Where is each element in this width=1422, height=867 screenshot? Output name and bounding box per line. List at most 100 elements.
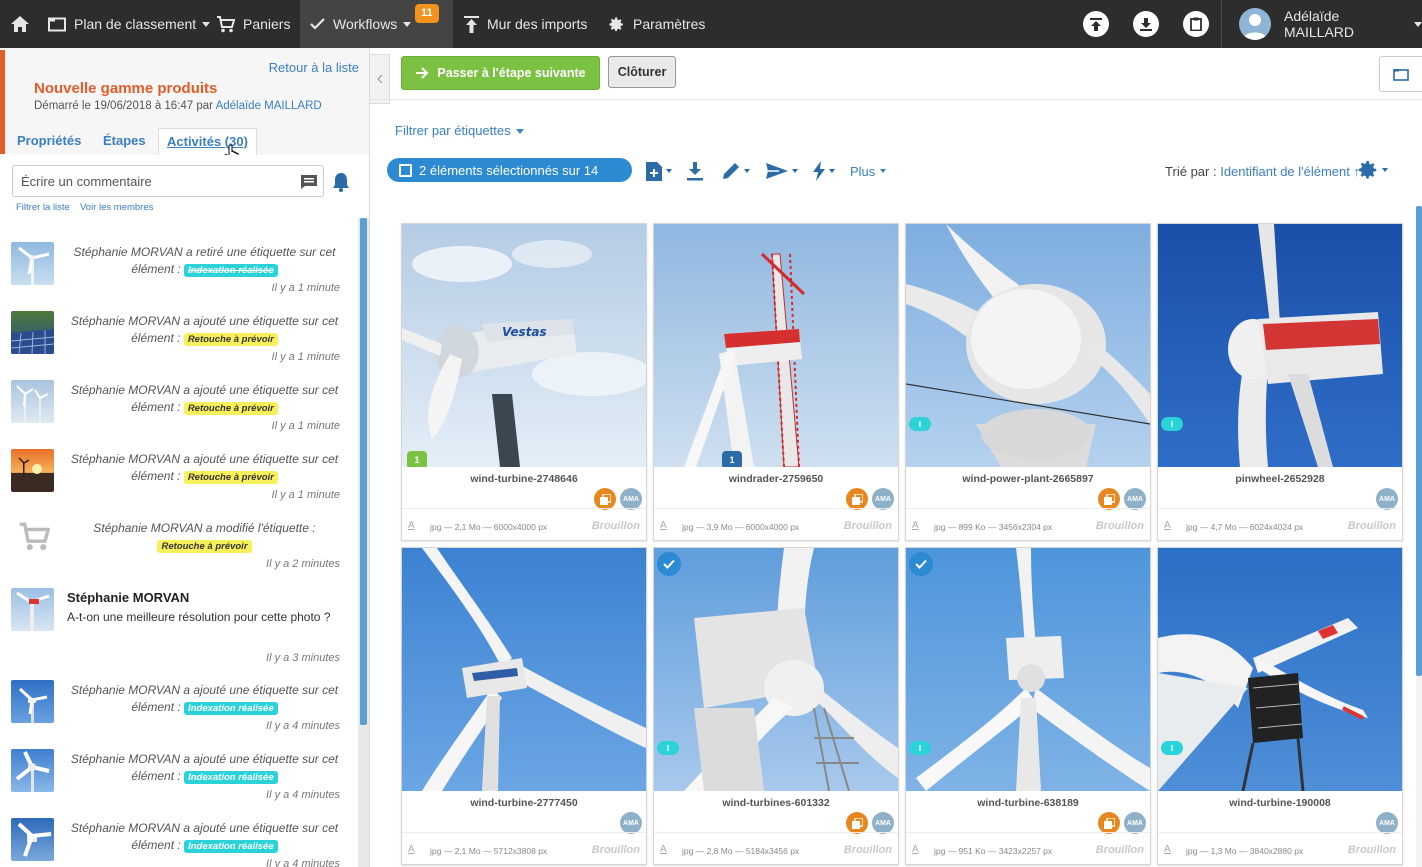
- tab-etapes[interactable]: Étapes: [95, 128, 154, 155]
- gear-icon: [1357, 159, 1379, 181]
- activity-time: Il y a 2 minutes: [266, 558, 340, 570]
- asset-name: pinwheel-2652928: [1235, 473, 1325, 485]
- asset-card[interactable]: I pinwheel-2652928 AMA A jpg — 4,7 Mo — …: [1157, 223, 1403, 541]
- collection-icon[interactable]: [846, 812, 868, 834]
- more-label: Plus: [850, 163, 876, 179]
- tab-proprietes[interactable]: Propriétés: [9, 128, 89, 155]
- asset-card[interactable]: Vestas 1 wind-turbine-2748646 AMA A jpg …: [401, 223, 647, 541]
- bell-icon[interactable]: [332, 172, 350, 192]
- tag-indexation: Indexation réalisée: [184, 771, 278, 784]
- asset-thumbnail[interactable]: I: [906, 224, 1150, 467]
- asset-status: Brouillon: [843, 844, 892, 856]
- filter-list-link[interactable]: Filtrer la liste: [16, 202, 70, 213]
- nav-plan-de-classement[interactable]: Plan de classement: [48, 0, 211, 48]
- user-menu[interactable]: Adélaïde MAILLARD: [1284, 0, 1422, 48]
- sidebar-tabs: Propriétés Étapes Activités (30): [0, 128, 369, 155]
- collection-icon[interactable]: [846, 488, 868, 510]
- activity-item: Stéphanie MORVAN a modifié l'étiquette :…: [0, 508, 358, 573]
- feed-scrollbar-thumb[interactable]: [360, 218, 367, 725]
- workflow-started-by-link[interactable]: Adélaïde MAILLARD: [216, 100, 322, 112]
- owner-badge: AMA: [1376, 812, 1398, 834]
- asset-card[interactable]: wind-turbine-2777450 AMA A jpg — 2,1 Mo …: [401, 547, 647, 865]
- activity-item: Stéphanie MORVAN a ajouté une étiquette …: [0, 739, 358, 804]
- asset-metadata: jpg — 2,8 Mo — 5184x3456 px: [682, 846, 800, 856]
- asset-thumbnail[interactable]: 1: [654, 224, 898, 467]
- selected-check-icon[interactable]: [909, 552, 933, 576]
- selection-count-pill[interactable]: 2 éléments sélectionnés sur 14: [387, 158, 632, 182]
- grid-scrollbar-thumb[interactable]: [1416, 206, 1422, 676]
- collection-icon[interactable]: [1098, 488, 1120, 510]
- home-icon[interactable]: [10, 0, 32, 48]
- activity-thumbnail[interactable]: [11, 311, 54, 354]
- automation-button[interactable]: [812, 159, 835, 183]
- tag-retouche: Retouche à prévoir: [183, 402, 278, 415]
- owner-badge: AMA: [1124, 812, 1146, 834]
- edit-button[interactable]: [721, 159, 750, 183]
- folder-toggle-button[interactable]: [1379, 56, 1422, 92]
- card-divider: [654, 508, 898, 509]
- clipboard-icon: [1190, 17, 1202, 31]
- asset-card[interactable]: I wind-turbines-601332 AMA A jpg — 2,8 M…: [653, 547, 899, 865]
- svg-text:Vestas: Vestas: [502, 325, 547, 339]
- selected-check-icon[interactable]: [657, 552, 681, 576]
- owner-badge: AMA: [620, 488, 642, 510]
- version-badge: 1: [722, 451, 742, 467]
- comment-icon[interactable]: [300, 174, 318, 190]
- display-settings-button[interactable]: [1357, 159, 1388, 181]
- next-step-label: Passer à l'étape suivante: [437, 66, 586, 80]
- cart-icon: [18, 522, 50, 552]
- asset-thumbnail[interactable]: I: [1158, 224, 1402, 467]
- close-workflow-button[interactable]: Clôturer: [608, 56, 676, 88]
- collapse-sidebar-toggle[interactable]: [370, 54, 390, 104]
- nav-workflows-label: Workflows: [333, 16, 398, 32]
- filter-by-tags-dropdown[interactable]: Filtrer par étiquettes: [395, 123, 524, 138]
- version-badge: 1: [407, 451, 427, 467]
- upload-circle-button[interactable]: [1083, 11, 1109, 37]
- pencil-icon: [721, 161, 741, 181]
- activity-thumbnail[interactable]: [11, 588, 54, 631]
- clipboard-circle-button[interactable]: [1183, 11, 1209, 37]
- asset-card[interactable]: 1 windrader-2759650 AMA A jpg — 3,9 Mo —…: [653, 223, 899, 541]
- tab-activites[interactable]: Activités (30): [158, 128, 257, 155]
- nav-paniers[interactable]: Paniers: [216, 0, 290, 48]
- download-button[interactable]: [686, 159, 704, 183]
- owner-badge: AMA: [872, 488, 894, 510]
- nav-parametres[interactable]: Paramètres: [608, 0, 705, 48]
- add-document-button[interactable]: [645, 159, 672, 183]
- activity-thumbnail[interactable]: [11, 818, 54, 861]
- view-members-link[interactable]: Voir les membres: [80, 202, 153, 213]
- activity-thumbnail[interactable]: [11, 380, 54, 423]
- send-button[interactable]: [765, 159, 798, 183]
- avatar[interactable]: [1239, 8, 1271, 40]
- activity-thumbnail[interactable]: [11, 242, 54, 285]
- asset-name: wind-turbine-2748646: [470, 473, 578, 485]
- asset-thumbnail[interactable]: [402, 548, 646, 791]
- asset-status: Brouillon: [591, 844, 640, 856]
- asset-card[interactable]: I wind-turbine-190008 AMA A jpg — 1,3 Mo…: [1157, 547, 1403, 865]
- asset-name: wind-power-plant-2665897: [962, 473, 1094, 485]
- nav-mur-des-imports[interactable]: Mur des imports: [464, 0, 587, 48]
- activity-thumbnail[interactable]: [11, 749, 54, 792]
- sort-value-link[interactable]: Identifiant de l'élément ↑: [1220, 164, 1360, 179]
- text-format-icon: A: [912, 520, 919, 531]
- asset-name: wind-turbines-601332: [722, 797, 830, 809]
- asset-metadata: jpg — 899 Ko — 3456x2304 px: [934, 522, 1053, 532]
- asset-status: Brouillon: [843, 520, 892, 532]
- collection-icon[interactable]: [594, 488, 616, 510]
- back-to-list-link[interactable]: Retour à la liste: [269, 60, 359, 75]
- asset-thumbnail[interactable]: I: [1158, 548, 1402, 791]
- activity-thumbnail[interactable]: [11, 680, 54, 723]
- arrow-right-icon: [415, 67, 429, 79]
- asset-thumbnail[interactable]: I: [906, 548, 1150, 791]
- asset-card[interactable]: I wind-power-plant-2665897 AMA A jpg — 8…: [905, 223, 1151, 541]
- next-step-button[interactable]: Passer à l'étape suivante: [401, 56, 600, 90]
- activity-thumbnail[interactable]: [11, 449, 54, 492]
- asset-thumbnail[interactable]: Vestas 1: [402, 224, 646, 467]
- select-all-checkbox[interactable]: [399, 163, 412, 177]
- download-circle-button[interactable]: [1133, 11, 1159, 37]
- asset-card[interactable]: I wind-turbine-638189 AMA A jpg — 951 Ko…: [905, 547, 1151, 865]
- comment-input[interactable]: [12, 165, 324, 197]
- more-dropdown[interactable]: Plus: [850, 159, 887, 183]
- asset-thumbnail[interactable]: I: [654, 548, 898, 791]
- collection-icon[interactable]: [1098, 812, 1120, 834]
